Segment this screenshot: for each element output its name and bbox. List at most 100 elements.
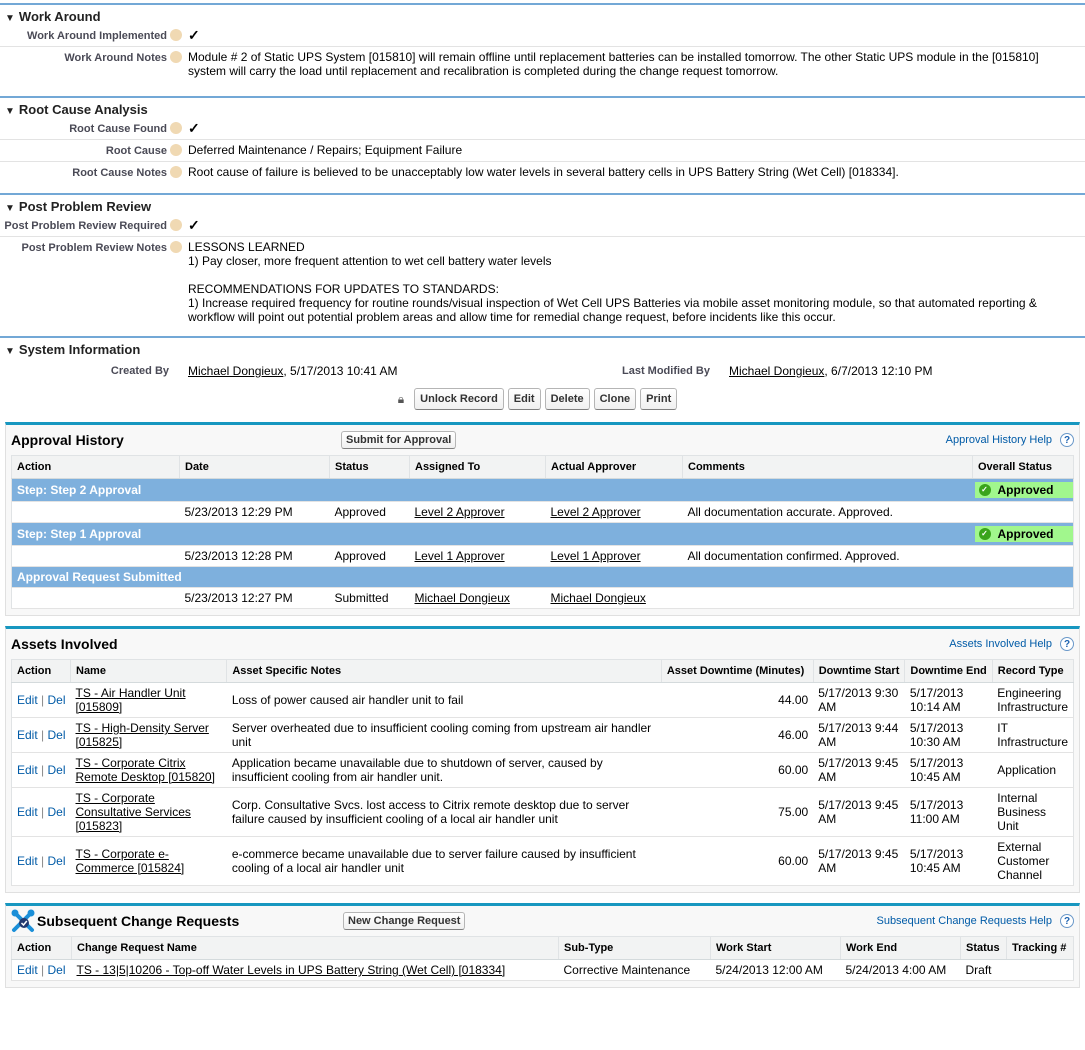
help-icon[interactable]	[170, 51, 182, 63]
actual-approver-link[interactable]: Level 1 Approver	[551, 549, 641, 563]
approval-history-help-link[interactable]: Approval History Help	[946, 434, 1052, 446]
edit-link[interactable]: Edit	[17, 805, 38, 819]
assigned-to-link[interactable]: Michael Dongieux	[415, 591, 510, 605]
edit-link[interactable]: Edit	[17, 693, 38, 707]
column-header[interactable]: Downtime End	[904, 659, 993, 683]
asset-name-link[interactable]: TS - Corporate Citrix Remote Desktop [01…	[76, 756, 215, 784]
section-header-root-cause[interactable]: ▼ Root Cause Analysis	[0, 96, 1085, 118]
delete-link[interactable]: Del	[47, 854, 65, 868]
help-question-icon[interactable]: ?	[1060, 637, 1074, 651]
column-header[interactable]: Downtime Start	[813, 659, 906, 683]
change-request-row: Edit | Del TS - 13|5|10206 - Top-off Wat…	[11, 959, 1074, 981]
actual-approver-link[interactable]: Michael Dongieux	[551, 591, 646, 605]
section-header-work-around[interactable]: ▼ Work Around	[0, 3, 1085, 25]
asset-name-link[interactable]: TS - Corporate e-Commerce [015824]	[76, 847, 185, 875]
help-icon[interactable]	[170, 144, 182, 156]
collapse-triangle-icon[interactable]: ▼	[5, 106, 15, 117]
field-row: Post Problem Review Notes LESSONS LEARNE…	[0, 237, 1085, 333]
unlock-record-button[interactable]: Unlock Record	[414, 388, 504, 410]
delete-link[interactable]: Del	[47, 763, 65, 777]
downtime-minutes-cell: 44.00	[661, 682, 814, 718]
assigned-to-link[interactable]: Level 2 Approver	[415, 505, 505, 519]
last-modified-by-label: Last Modified By	[621, 365, 710, 377]
help-question-icon[interactable]: ?	[1060, 914, 1074, 928]
change-requests-help-link[interactable]: Subsequent Change Requests Help	[876, 915, 1052, 927]
assigned-to-link[interactable]: Level 1 Approver	[415, 549, 505, 563]
notes-line: 1) Increase required frequency for routi…	[188, 296, 1037, 324]
overall-status-text: Approved	[997, 483, 1054, 497]
column-header[interactable]: Asset Downtime (Minutes)	[661, 659, 814, 683]
column-header[interactable]: Overall Status	[972, 455, 1074, 479]
separator: |	[37, 805, 48, 819]
submit-for-approval-button[interactable]: Submit for Approval	[341, 431, 457, 449]
status-cell: Approved	[329, 501, 410, 523]
column-header[interactable]: Comments	[682, 455, 973, 479]
collapse-triangle-icon[interactable]: ▼	[5, 346, 15, 357]
actual-approver-link[interactable]: Level 2 Approver	[551, 505, 641, 519]
edit-button[interactable]: Edit	[507, 388, 541, 410]
comments-cell	[682, 587, 973, 609]
help-icon[interactable]	[170, 219, 182, 231]
delete-button[interactable]: Delete	[544, 388, 590, 410]
clone-button[interactable]: Clone	[593, 388, 637, 410]
print-button[interactable]: Print	[640, 388, 678, 410]
help-icon[interactable]	[170, 166, 182, 178]
field-row: Root Cause Notes Root cause of failure i…	[0, 162, 1085, 190]
asset-name-link[interactable]: TS - Corporate Consultative Services [01…	[76, 791, 191, 833]
column-header[interactable]: Status	[960, 936, 1007, 960]
collapse-triangle-icon[interactable]: ▼	[5, 203, 15, 214]
column-header[interactable]: Actual Approver	[545, 455, 683, 479]
change-request-name-link[interactable]: TS - 13|5|10206 - Top-off Water Levels i…	[77, 963, 506, 977]
column-header[interactable]: Date	[179, 455, 330, 479]
asset-name-link[interactable]: TS - High-Density Server [015825]	[76, 721, 209, 749]
column-header[interactable]: Change Request Name	[71, 936, 559, 960]
downtime-start-cell: 5/17/2013 9:45 AM	[813, 836, 905, 886]
edit-link[interactable]: Edit	[17, 728, 38, 742]
column-header[interactable]: Work Start	[710, 936, 841, 960]
column-header[interactable]: Asset Specific Notes	[226, 659, 662, 683]
green-check-icon: ✓	[978, 528, 991, 540]
column-header[interactable]: Action	[11, 455, 180, 479]
delete-link[interactable]: Del	[47, 693, 65, 707]
help-question-icon[interactable]: ?	[1060, 433, 1074, 447]
collapse-triangle-icon[interactable]: ▼	[5, 13, 15, 24]
downtime-end-cell: 5/17/2013 10:14 AM	[904, 682, 993, 718]
sub-type-cell: Corrective Maintenance	[558, 959, 711, 981]
column-header[interactable]: Record Type	[992, 659, 1075, 683]
approval-detail-row: 5/23/2013 12:27 PM Submitted Michael Don…	[11, 587, 1074, 609]
new-change-request-button[interactable]: New Change Request	[343, 912, 466, 930]
column-header[interactable]: Sub-Type	[558, 936, 711, 960]
help-icon[interactable]	[170, 122, 182, 134]
delete-link[interactable]: Del	[47, 728, 65, 742]
downtime-end-cell: 5/17/2013 11:00 AM	[904, 787, 993, 837]
field-label: Work Around Implemented	[27, 30, 167, 42]
help-icon[interactable]	[170, 241, 182, 253]
section-root-cause: ▼ Root Cause Analysis Root Cause Found ✓ …	[0, 96, 1085, 190]
asset-name-link[interactable]: TS - Air Handler Unit [015809]	[76, 686, 186, 714]
column-header[interactable]: Tracking #	[1006, 936, 1074, 960]
section-header-post-problem-review[interactable]: ▼ Post Problem Review	[0, 193, 1085, 215]
edit-link[interactable]: Edit	[17, 854, 38, 868]
delete-link[interactable]: Del	[47, 805, 65, 819]
approval-step-row: Step: Step 1 Approval ✓ Approved	[11, 522, 1074, 546]
last-modified-by-user-link[interactable]: Michael Dongieux	[729, 364, 824, 378]
section-header-system-information[interactable]: ▼ System Information	[0, 336, 1085, 358]
edit-link[interactable]: Edit	[17, 763, 38, 777]
assets-involved-help-link[interactable]: Assets Involved Help	[949, 638, 1052, 650]
delete-link[interactable]: Del	[47, 963, 65, 977]
created-by-user-link[interactable]: Michael Dongieux	[188, 364, 283, 378]
comments-cell: All documentation confirmed. Approved.	[682, 545, 973, 567]
separator: |	[37, 763, 48, 777]
last-modified-date: , 6/7/2013 12:10 PM	[824, 364, 933, 378]
asset-row: Edit | Del TS - Air Handler Unit [015809]…	[11, 682, 1074, 718]
column-header[interactable]: Assigned To	[409, 455, 546, 479]
related-list-title: Approval History	[11, 432, 124, 448]
help-icon[interactable]	[170, 29, 182, 41]
column-header[interactable]: Status	[329, 455, 410, 479]
tracking-cell	[1006, 959, 1074, 981]
column-header[interactable]: Action	[11, 659, 71, 683]
edit-link[interactable]: Edit	[17, 963, 38, 977]
column-header[interactable]: Name	[70, 659, 228, 683]
column-header[interactable]: Work End	[840, 936, 961, 960]
column-header[interactable]: Action	[11, 936, 72, 960]
